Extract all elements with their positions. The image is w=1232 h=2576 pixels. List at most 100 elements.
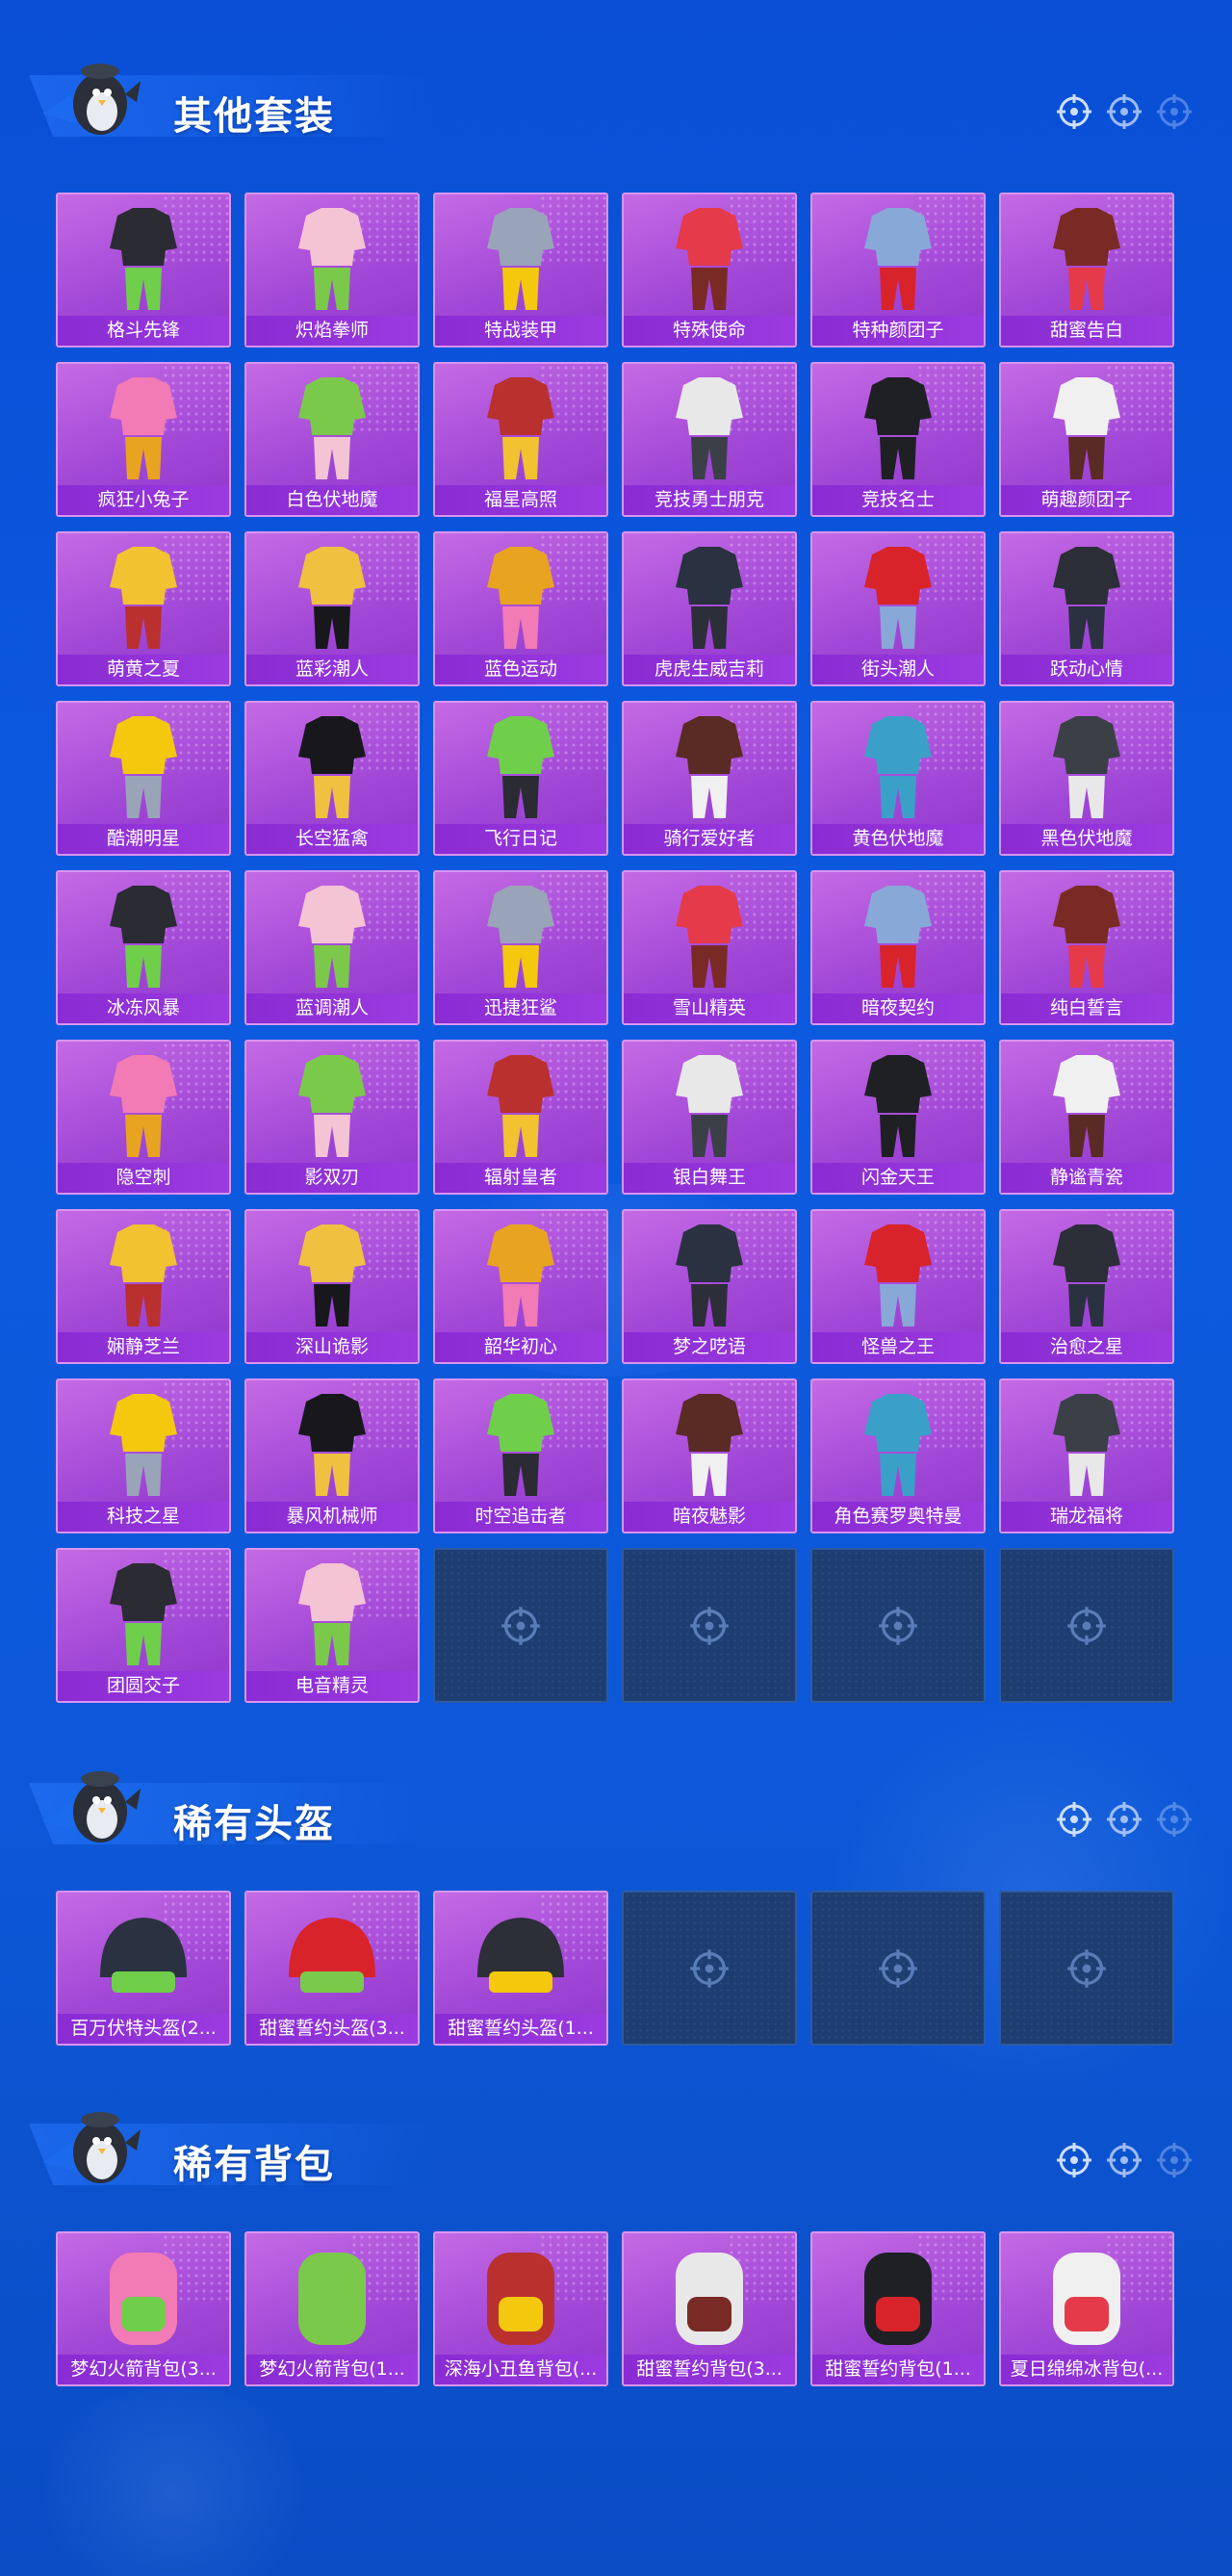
- tile-label: 隐空刺: [58, 1163, 229, 1193]
- section-other-outfits: 其他套装 格斗先锋 炽焰拳师 特战装甲 特殊使命 特种颜团子 甜蜜告白疯狂小兔子 白色伏地魔…: [0, 48, 1232, 1703]
- helmet-image: [289, 1918, 375, 1993]
- penguin-mascot-icon: [42, 1771, 141, 1842]
- outfit-image: [487, 208, 554, 310]
- outfit-image: [1053, 377, 1120, 479]
- outfit-image: [1053, 1394, 1120, 1496]
- helmet-tile[interactable]: 百万伏特头盔(2...: [56, 1891, 231, 2046]
- section-header: 其他套装: [0, 48, 1232, 154]
- outfit-tile[interactable]: 团圆交子: [56, 1548, 231, 1703]
- outfit-tile[interactable]: 萌趣颜团子: [999, 362, 1174, 517]
- outfit-image: [864, 1394, 932, 1496]
- outfit-tile[interactable]: 蓝彩潮人: [244, 531, 420, 686]
- outfit-tile[interactable]: 炽焰拳师: [244, 193, 420, 348]
- outfit-tile[interactable]: 黑色伏地魔: [999, 701, 1174, 856]
- outfit-tile[interactable]: 特战装甲: [433, 193, 608, 348]
- crosshair-icon: [1157, 1802, 1192, 1837]
- outfit-tile[interactable]: 跃动心情: [999, 531, 1174, 686]
- outfit-tile[interactable]: 怪兽之王: [810, 1209, 986, 1364]
- outfit-tile[interactable]: 虎虎生威吉莉: [622, 531, 797, 686]
- outfit-tile[interactable]: 隐空刺: [56, 1040, 231, 1195]
- helmet-tile[interactable]: 甜蜜誓约头盔(3...: [244, 1891, 420, 2046]
- outfit-tile[interactable]: 酷潮明星: [56, 701, 231, 856]
- outfit-tile[interactable]: 甜蜜告白: [999, 193, 1174, 348]
- crosshair-icon: [1157, 2143, 1192, 2177]
- outfit-tile[interactable]: 暗夜魅影: [622, 1378, 797, 1533]
- outfit-tile[interactable]: 骑行爱好者: [622, 701, 797, 856]
- outfit-image: [298, 886, 366, 988]
- header-icon-group: [1055, 1800, 1194, 1839]
- backpack-tile[interactable]: 夏日绵绵冰背包(...: [999, 2231, 1174, 2386]
- outfit-tile[interactable]: 暗夜契约: [810, 870, 986, 1025]
- tile-label: 梦之呓语: [624, 1332, 795, 1362]
- outfit-tile[interactable]: 科技之星: [56, 1378, 231, 1533]
- outfit-tile[interactable]: 梦之呓语: [622, 1209, 797, 1364]
- outfit-image: [110, 377, 177, 479]
- outfit-tile[interactable]: 娴静芝兰: [56, 1209, 231, 1364]
- outfit-image: [110, 208, 177, 310]
- tile-label: 辐射皇者: [435, 1163, 606, 1193]
- outfit-tile[interactable]: 格斗先锋: [56, 193, 231, 348]
- outfit-tile[interactable]: 电音精灵: [244, 1548, 420, 1703]
- outfit-tile[interactable]: 黄色伏地魔: [810, 701, 986, 856]
- section-rare-helmets: 稀有头盔 百万伏特头盔(2... 甜蜜誓约头盔(3... 甜蜜誓约头盔(1...: [0, 1756, 1232, 2046]
- backpack-tile[interactable]: 梦幻火箭背包(3...: [56, 2231, 231, 2386]
- outfit-tile[interactable]: 特种颜团子: [810, 193, 986, 348]
- tile-label: 暴风机械师: [246, 1502, 418, 1532]
- crosshair-icon: [690, 1607, 729, 1645]
- outfit-tile[interactable]: 蓝色运动: [433, 531, 608, 686]
- outfit-tile[interactable]: 静谧青瓷: [999, 1040, 1174, 1195]
- outfit-tile[interactable]: 时空追击者: [433, 1378, 608, 1533]
- outfit-tile[interactable]: 角色赛罗奥特曼: [810, 1378, 986, 1533]
- outfit-tile[interactable]: 治愈之星: [999, 1209, 1174, 1364]
- tile-label: 暗夜契约: [812, 993, 984, 1023]
- crosshair-icon: [1107, 1802, 1142, 1837]
- outfit-tile[interactable]: 长空猛禽: [244, 701, 420, 856]
- outfit-tile[interactable]: 瑞龙福将: [999, 1378, 1174, 1533]
- backpack-image: [864, 2253, 932, 2345]
- outfit-tile[interactable]: 银白舞王: [622, 1040, 797, 1195]
- outfit-tile[interactable]: 暴风机械师: [244, 1378, 420, 1533]
- outfit-tile[interactable]: 福星高照: [433, 362, 608, 517]
- helmet-tile[interactable]: 甜蜜誓约头盔(1...: [433, 1891, 608, 2046]
- backpack-tile[interactable]: 梦幻火箭背包(1...: [244, 2231, 420, 2386]
- outfit-tile[interactable]: 特殊使命: [622, 193, 797, 348]
- outfit-tile[interactable]: 街头潮人: [810, 531, 986, 686]
- outfit-image: [298, 208, 366, 310]
- tile-label: 格斗先锋: [58, 316, 229, 346]
- section-title: 稀有头盔: [173, 1802, 335, 1846]
- tile-label: 治愈之星: [1001, 1332, 1172, 1362]
- outfit-tile[interactable]: 影双刃: [244, 1040, 420, 1195]
- outfit-image: [1053, 1055, 1120, 1157]
- outfit-image: [1053, 716, 1120, 818]
- outfit-tile[interactable]: 韶华初心: [433, 1209, 608, 1364]
- backpack-tile[interactable]: 深海小丑鱼背包(...: [433, 2231, 608, 2386]
- outfit-tile[interactable]: 飞行日记: [433, 701, 608, 856]
- outfit-tile[interactable]: 蓝调潮人: [244, 870, 420, 1025]
- outfit-image: [487, 377, 554, 479]
- outfit-tile[interactable]: 竞技勇士朋克: [622, 362, 797, 517]
- tile-label: 怪兽之王: [812, 1332, 984, 1362]
- outfit-tile[interactable]: 闪金天王: [810, 1040, 986, 1195]
- crosshair-icon: [501, 1607, 540, 1645]
- tile-label: 街头潮人: [812, 655, 984, 684]
- tile-label: 酷潮明星: [58, 824, 229, 854]
- tile-label: 雪山精英: [624, 993, 795, 1023]
- outfit-image: [298, 377, 366, 479]
- outfit-tile[interactable]: 白色伏地魔: [244, 362, 420, 517]
- outfit-image: [110, 716, 177, 818]
- header-icon-group: [1055, 2141, 1194, 2179]
- outfit-tile[interactable]: 雪山精英: [622, 870, 797, 1025]
- outfit-tile[interactable]: 竞技名士: [810, 362, 986, 517]
- outfit-tile[interactable]: 迅捷狂鲨: [433, 870, 608, 1025]
- outfit-tile[interactable]: 冰冻风暴: [56, 870, 231, 1025]
- backpack-tile[interactable]: 甜蜜誓约背包(3...: [622, 2231, 797, 2386]
- outfit-tile[interactable]: 辐射皇者: [433, 1040, 608, 1195]
- outfit-tile[interactable]: 纯白誓言: [999, 870, 1174, 1025]
- tile-label: 梦幻火箭背包(3...: [58, 2355, 229, 2384]
- tile-label: 甜蜜告白: [1001, 316, 1172, 346]
- backpack-tile[interactable]: 甜蜜誓约背包(1...: [810, 2231, 986, 2386]
- outfit-tile[interactable]: 深山诡影: [244, 1209, 420, 1364]
- tile-label: 甜蜜誓约背包(3...: [624, 2355, 795, 2384]
- outfit-tile[interactable]: 疯狂小兔子: [56, 362, 231, 517]
- outfit-tile[interactable]: 萌黄之夏: [56, 531, 231, 686]
